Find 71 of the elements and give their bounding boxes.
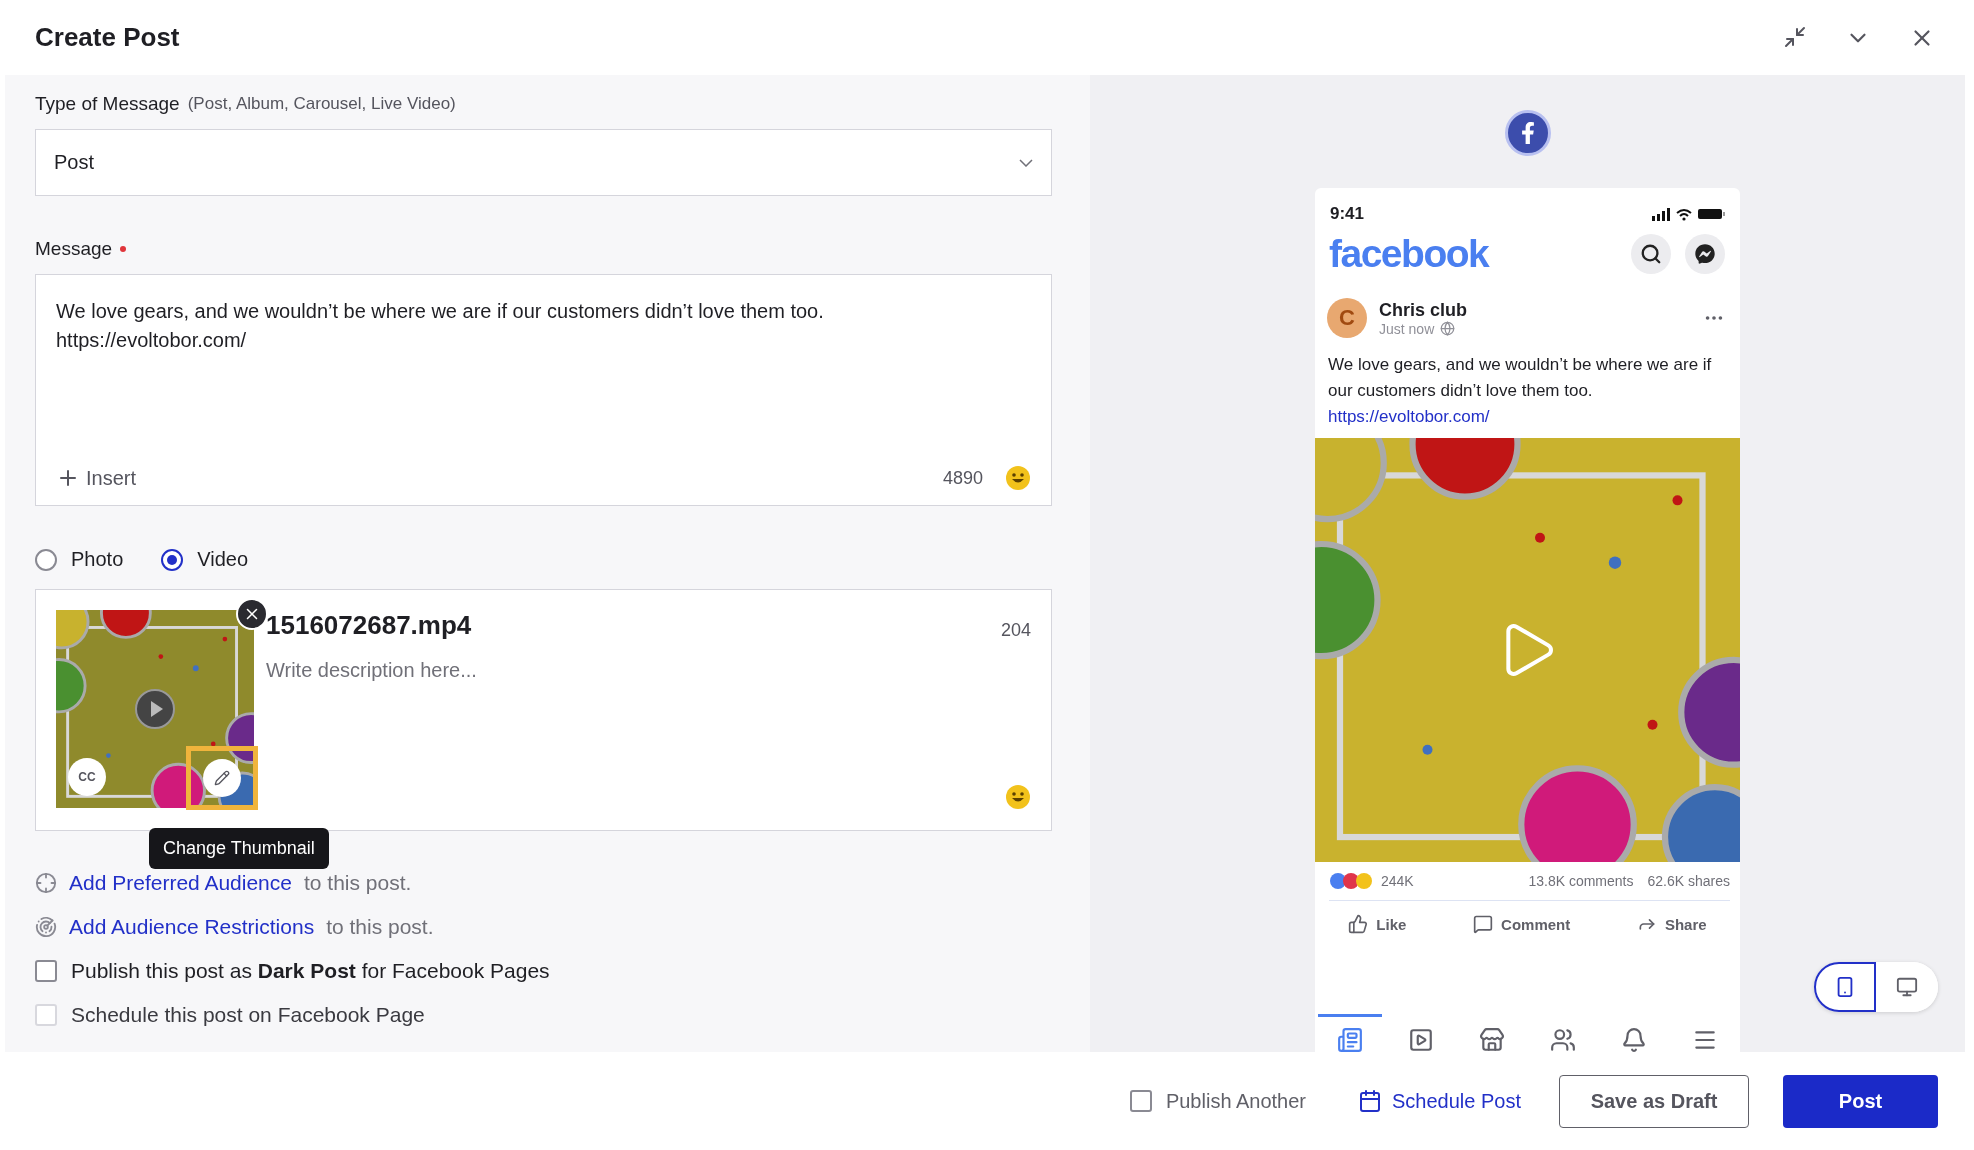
feed-icon: [1337, 1027, 1364, 1052]
search-icon: [1640, 243, 1662, 265]
field-hint: (Post, Album, Carousel, Live Video): [187, 94, 456, 114]
link-suffix: to this post.: [304, 871, 412, 895]
insert-button[interactable]: Insert: [56, 466, 137, 490]
speech-bubble-icon: [1695, 244, 1715, 264]
reactions-icon: [1329, 872, 1375, 890]
dialog-title: Create Post: [35, 22, 180, 53]
emoji-icon[interactable]: [1005, 784, 1031, 810]
bell-icon: [1620, 1027, 1647, 1052]
audience-link[interactable]: Add Preferred Audience: [69, 871, 292, 895]
message-field[interactable]: We love gears, and we wouldn’t be where we are if our customers didn’t love them too. https://evoltobor.com/ Insert 4890: [35, 274, 1052, 506]
battery-icon: [1698, 209, 1725, 219]
link-suffix: to this post.: [326, 915, 434, 939]
change-thumbnail-button[interactable]: [186, 746, 258, 810]
option-label: Schedule this post on Facebook Page: [71, 1003, 425, 1027]
file-name: 1516072687.mp4: [266, 610, 473, 641]
device-toggle[interactable]: [1876, 962, 1938, 1012]
emoji-icon[interactable]: [1005, 465, 1031, 491]
chevron-down-icon: [1019, 158, 1033, 167]
comment-count: 13.8K comments: [1528, 873, 1634, 889]
radio-label: Photo: [71, 548, 124, 571]
checkbox-label: Publish Another: [1165, 1089, 1306, 1113]
character-count: 204: [1000, 620, 1031, 641]
field-label: Type of Message: [35, 93, 180, 115]
audience-link[interactable]: Add Audience Restrictions: [69, 915, 315, 939]
post-text: We love gears, and we wouldn’t be where we are if our customers didn’t love them too.: [1327, 354, 1713, 402]
message-type-dropdown[interactable]: Post: [35, 129, 1052, 196]
reaction-count: 244K: [1381, 873, 1414, 889]
groups-icon: [1549, 1027, 1576, 1052]
device-toggle[interactable]: [1814, 962, 1876, 1012]
facebook-wordmark: facebook: [1329, 232, 1489, 276]
speech-bubble-icon: [1473, 914, 1494, 934]
radio-label: Video: [197, 548, 249, 571]
signal-icon: [1652, 207, 1670, 221]
pencil-icon: [214, 770, 230, 786]
crosshair-icon: [35, 872, 57, 894]
checkbox[interactable]: [1129, 1090, 1152, 1112]
calendar-icon: [1358, 1089, 1382, 1113]
radio-button[interactable]: [35, 548, 57, 571]
messenger-button[interactable]: [1685, 234, 1725, 274]
play-icon: [135, 689, 175, 729]
post-button[interactable]: Post: [1783, 1074, 1938, 1128]
avatar: C: [1327, 298, 1367, 338]
post-link[interactable]: https://evoltobor.com/: [1315, 404, 1740, 430]
post-action-button[interactable]: Share: [1630, 913, 1713, 935]
monitor-icon: [1896, 976, 1918, 998]
field-label: Message: [35, 238, 113, 260]
save-draft-button[interactable]: Save as Draft: [1559, 1074, 1749, 1128]
character-count: 4890: [942, 467, 983, 489]
description-field[interactable]: Write description here...: [266, 659, 1001, 682]
post-action-button[interactable]: Like: [1342, 913, 1413, 935]
author-name: Chris club: [1379, 299, 1468, 321]
thumbs-up-icon: [1348, 914, 1369, 934]
market-icon: [1479, 1027, 1506, 1052]
post-action-button[interactable]: Comment: [1467, 913, 1577, 935]
schedule-button[interactable]: Schedule Post: [1352, 1088, 1527, 1114]
status-time: 9:41: [1330, 204, 1365, 224]
minimize-icon: [1783, 24, 1807, 49]
option-label: Publish this post as Dark Post for Facebook Pages: [71, 959, 550, 983]
post-time: Just now: [1379, 320, 1435, 337]
search-button[interactable]: [1631, 234, 1671, 274]
wifi-icon: [1676, 207, 1692, 221]
watch-icon: [1408, 1027, 1435, 1052]
globe-icon: [1440, 321, 1456, 336]
checkbox[interactable]: [35, 960, 57, 982]
radar-icon: [35, 916, 57, 938]
tooltip: Change Thumbnail: [149, 828, 329, 869]
radio-button[interactable]: [161, 548, 184, 571]
share-count: 62.6K shares: [1647, 873, 1730, 889]
nav-tab[interactable]: [1318, 1014, 1383, 1052]
